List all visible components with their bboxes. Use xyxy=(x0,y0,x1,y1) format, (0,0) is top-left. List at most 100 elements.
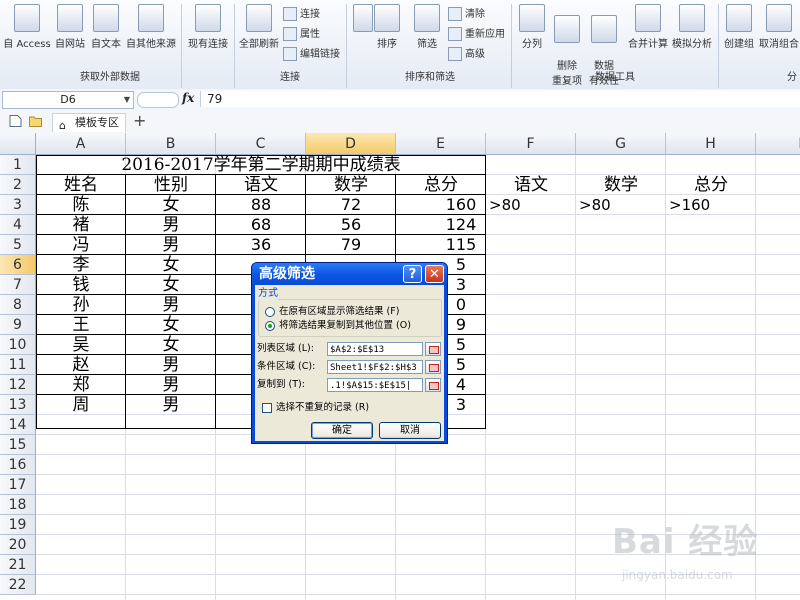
header-cell[interactable]: 性别 xyxy=(126,175,216,195)
row-header-4[interactable]: 4 xyxy=(0,215,36,235)
header-cell[interactable]: 数学 xyxy=(306,175,396,195)
column-header-g[interactable]: G xyxy=(576,133,666,155)
row-header-9[interactable]: 9 xyxy=(0,315,36,335)
row-header-7[interactable]: 7 xyxy=(0,275,36,295)
dialog-titlebar[interactable]: 高级筛选 ? ✕ xyxy=(252,263,447,285)
column-header-i[interactable]: I xyxy=(756,133,800,155)
row-header-8[interactable]: 8 xyxy=(0,295,36,315)
data-cell[interactable]: 女 xyxy=(126,195,216,215)
data-cell[interactable]: 36 xyxy=(216,235,306,255)
row-header-10[interactable]: 10 xyxy=(0,335,36,355)
data-cell[interactable]: 72 xyxy=(306,195,396,215)
data-cell[interactable]: 56 xyxy=(306,215,396,235)
column-header-b[interactable]: B xyxy=(126,133,216,155)
list-range-input[interactable]: $A$2:$E$13 xyxy=(327,342,423,356)
row-header-5[interactable]: 5 xyxy=(0,235,36,255)
unique-records-label[interactable]: 选择不重复的记录 (R) xyxy=(276,402,369,414)
what-if-analysis-button[interactable]: 模拟分析 xyxy=(670,4,714,62)
add-tab-button[interactable]: + xyxy=(133,112,146,130)
row-header-3[interactable]: 3 xyxy=(0,195,36,215)
remove-duplicates-button[interactable]: 删除 重复项 xyxy=(550,4,584,87)
data-cell[interactable]: 88 xyxy=(216,195,306,215)
data-cell[interactable]: 124 xyxy=(416,215,506,235)
consolidate-button[interactable]: 合并计算 xyxy=(626,4,670,62)
data-cell[interactable]: 吴 xyxy=(36,335,126,355)
criteria-value-cell[interactable]: >80 xyxy=(486,195,579,215)
name-box[interactable]: D6 ▼ xyxy=(2,91,134,109)
ok-button[interactable]: 确定 xyxy=(311,422,373,439)
header-cell[interactable]: 总分 xyxy=(396,175,486,195)
row-header-22[interactable]: 22 xyxy=(0,575,36,595)
text-to-columns-button[interactable]: 分列 xyxy=(516,4,548,62)
data-cell[interactable]: 李 xyxy=(36,255,126,275)
row-header-6[interactable]: 6 xyxy=(0,255,36,275)
row-header-18[interactable]: 18 xyxy=(0,495,36,515)
edit-links-button[interactable]: 编辑链接 xyxy=(283,46,340,64)
select-all-corner[interactable] xyxy=(0,133,36,155)
range-picker-icon[interactable] xyxy=(425,342,441,356)
clear-button[interactable]: 清除 xyxy=(448,6,485,24)
column-header-e[interactable]: E xyxy=(396,133,486,155)
filter-button[interactable]: 筛选 xyxy=(412,4,442,62)
row-header-15[interactable]: 15 xyxy=(0,435,36,455)
row-header-20[interactable]: 20 xyxy=(0,535,36,555)
range-picker-icon[interactable] xyxy=(425,360,441,374)
row-header-11[interactable]: 11 xyxy=(0,355,36,375)
ungroup-button[interactable]: 取消组合 xyxy=(758,4,800,62)
criteria-value-cell[interactable]: >80 xyxy=(576,195,669,215)
unique-records-checkbox[interactable] xyxy=(262,403,272,413)
column-header-c[interactable]: C xyxy=(216,133,306,155)
column-header-a[interactable]: A xyxy=(36,133,126,155)
data-cell[interactable]: 115 xyxy=(416,235,506,255)
new-document-icon[interactable] xyxy=(9,115,22,127)
sheet-title[interactable]: 2016-2017学年第二学期期中成绩表 xyxy=(36,155,486,175)
radio-copy-to-location[interactable] xyxy=(265,321,275,331)
from-web-button[interactable]: 自网站 xyxy=(52,4,88,62)
advanced-filter-button[interactable]: 高级 xyxy=(448,46,485,64)
row-header-17[interactable]: 17 xyxy=(0,475,36,495)
formula-input[interactable]: 79 xyxy=(200,91,800,107)
header-cell[interactable]: 语文 xyxy=(216,175,306,195)
data-cell[interactable]: 孙 xyxy=(36,295,126,315)
chevron-down-icon[interactable]: ▼ xyxy=(124,92,130,108)
reapply-button[interactable]: 重新应用 xyxy=(448,26,505,44)
radio-filter-in-place-label[interactable]: 在原有区域显示筛选结果 (F) xyxy=(279,306,399,318)
data-cell[interactable]: 男 xyxy=(126,395,216,415)
data-cell[interactable]: 男 xyxy=(126,235,216,255)
header-cell[interactable]: 姓名 xyxy=(36,175,126,195)
data-cell[interactable]: 男 xyxy=(126,355,216,375)
row-header-13[interactable]: 13 xyxy=(0,395,36,415)
group-button[interactable]: 创建组 xyxy=(722,4,756,62)
row-header-21[interactable]: 21 xyxy=(0,555,36,575)
criteria-range-input[interactable]: Sheet1!$F$2:$H$3 xyxy=(327,360,423,374)
formula-bar-expander[interactable] xyxy=(137,92,179,108)
data-cell[interactable]: 赵 xyxy=(36,355,126,375)
existing-connections-button[interactable]: 现有连接 xyxy=(184,4,232,62)
close-icon[interactable]: ✕ xyxy=(425,265,444,283)
range-picker-icon[interactable] xyxy=(425,378,441,392)
data-cell[interactable]: 男 xyxy=(126,295,216,315)
properties-button[interactable]: 属性 xyxy=(283,26,320,44)
data-cell[interactable]: 男 xyxy=(126,375,216,395)
row-header-16[interactable]: 16 xyxy=(0,455,36,475)
refresh-all-button[interactable]: 全部刷新 xyxy=(236,4,282,62)
data-cell[interactable]: 郑 xyxy=(36,375,126,395)
copy-to-input[interactable]: .1!$A$15:$E$15| xyxy=(327,378,423,392)
column-header-f[interactable]: F xyxy=(486,133,576,155)
radio-copy-to-location-label[interactable]: 将筛选结果复制到其他位置 (O) xyxy=(279,320,411,332)
tab-template-zone[interactable]: ⌂ 模板专区 xyxy=(52,113,126,132)
column-header-h[interactable]: H xyxy=(666,133,756,155)
criteria-header-cell[interactable]: 语文 xyxy=(486,175,576,195)
radio-filter-in-place[interactable] xyxy=(265,307,275,317)
data-validation-button[interactable]: 数据 有效性 xyxy=(586,4,622,87)
data-cell[interactable]: 男 xyxy=(126,215,216,235)
from-access-button[interactable]: 自 Access xyxy=(2,4,52,62)
column-header-d[interactable]: D xyxy=(306,133,396,155)
other-sources-button[interactable]: 自其他来源 xyxy=(124,4,178,62)
data-cell[interactable]: 女 xyxy=(126,335,216,355)
data-cell[interactable]: 王 xyxy=(36,315,126,335)
criteria-header-cell[interactable]: 总分 xyxy=(666,175,756,195)
data-cell[interactable]: 68 xyxy=(216,215,306,235)
data-cell[interactable]: 79 xyxy=(306,235,396,255)
data-cell[interactable]: 冯 xyxy=(36,235,126,255)
